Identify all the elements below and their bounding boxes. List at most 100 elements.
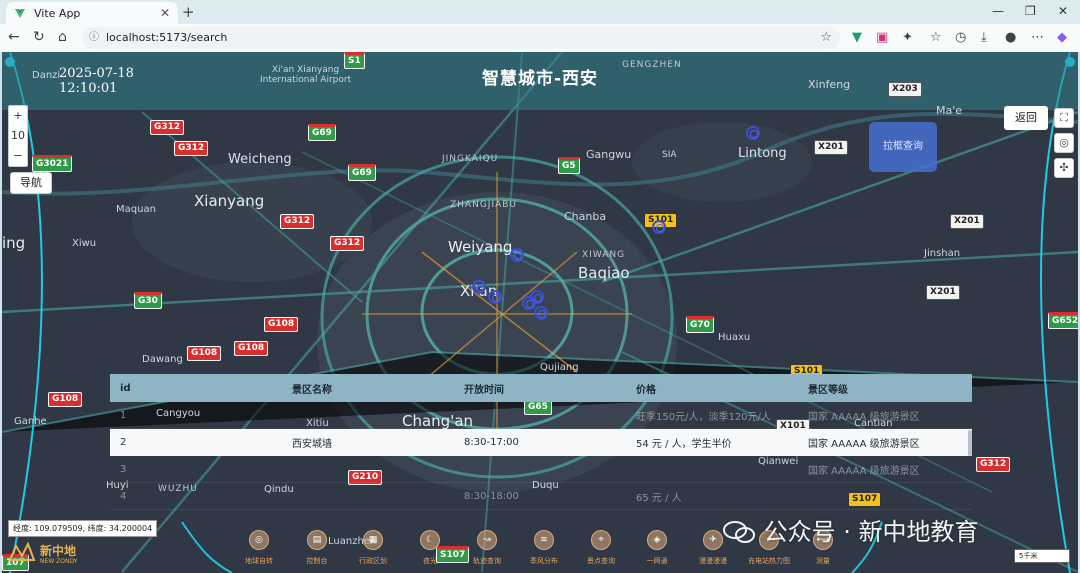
table-row[interactable]: 4 8:30-18:00 65 元 / 人: [110, 483, 972, 510]
zoom-out-button[interactable]: −: [9, 146, 27, 166]
locate-icon[interactable]: ◎: [1054, 133, 1074, 153]
map-label-sia: SIA: [662, 150, 677, 160]
url-input[interactable]: ⓘ localhost:5173/search ☆: [82, 27, 840, 49]
route-shield: G108: [187, 346, 222, 361]
route-shield: X201: [926, 285, 960, 300]
back-button[interactable]: 返回: [1004, 106, 1048, 130]
cell-id: 2: [120, 437, 127, 448]
map-label-airport: Xi'an Xianyang International Airport: [260, 65, 352, 85]
route-shield: G312: [280, 214, 315, 229]
map-label-gengzhen: GENGZHEN: [622, 60, 682, 70]
district-icon: ▦: [363, 530, 383, 550]
map-label-dawang: Dawang: [142, 354, 183, 365]
cell-level: 国家 AAAAA 级旅游景区: [808, 411, 920, 423]
reload-icon[interactable]: ↻: [33, 29, 45, 45]
tool-earth-rotate[interactable]: ◎ 地球自转: [231, 530, 287, 566]
minimize-icon[interactable]: —: [992, 4, 1004, 18]
map-label-ing: ing: [2, 234, 26, 252]
tool-one-network[interactable]: ◈ 一网通: [629, 530, 685, 566]
scenic-marker[interactable]: [488, 290, 502, 304]
tool-label: 一网通: [646, 557, 668, 565]
map-label-weiyang: Weiyang: [448, 238, 513, 256]
favorites-icon[interactable]: ☆: [930, 30, 942, 45]
new-tab-icon[interactable]: +: [182, 3, 195, 21]
navigation-button[interactable]: 导航: [10, 172, 52, 194]
map-label-xianyang: Xianyang: [194, 192, 265, 210]
scenic-marker[interactable]: [530, 290, 544, 304]
back-arrow-icon[interactable]: ←: [8, 29, 20, 45]
scenic-marker[interactable]: [472, 280, 486, 294]
vue-devtools-icon[interactable]: ▼: [852, 30, 862, 45]
history-icon[interactable]: ◷: [955, 30, 966, 45]
profile-avatar[interactable]: ●: [1005, 30, 1016, 45]
map-label-huaxu: Huaxu: [718, 332, 751, 343]
watermark-text: 公众号 · 新中地教育: [763, 518, 979, 546]
maximize-icon[interactable]: ❐: [1025, 4, 1036, 18]
night-light-icon: ☾: [420, 530, 440, 550]
route-shield: G108: [264, 317, 299, 332]
tool-label: 夜光: [423, 557, 437, 565]
tool-label: 漫漫漫漫: [699, 557, 727, 565]
console-icon: ▤: [307, 530, 327, 550]
map-viewport[interactable]: 智慧城市-西安 2025-07-18 12:10:01 Xi'an Xianya…: [2, 52, 1078, 573]
map-label-gangwu: Gangwu: [586, 148, 632, 161]
extension-icon[interactable]: ▣: [876, 30, 888, 45]
route-shield: G70: [686, 316, 714, 333]
browser-tab[interactable]: Vite App ✕: [6, 2, 178, 24]
tool-console[interactable]: ▤ 控制台: [289, 530, 345, 566]
scenic-marker[interactable]: [652, 220, 666, 234]
route-shield: G30: [134, 292, 162, 309]
close-window-icon[interactable]: ✕: [1058, 4, 1068, 18]
zoom-control: + 10 −: [8, 105, 28, 167]
table-row-selected[interactable]: 2 西安城墙 8:30-17:00 54 元 / 人，学生半价 国家 AAAAA…: [110, 429, 972, 456]
route-shield: G108: [234, 341, 269, 356]
map-label-xinfeng: Xinfeng: [808, 78, 851, 91]
home-icon[interactable]: ⌂: [58, 29, 67, 45]
column-header-price: 价格: [636, 384, 656, 396]
logo: 新中地 NEW ZONDY: [8, 540, 78, 568]
zoom-in-button[interactable]: +: [9, 106, 27, 126]
column-header-level: 景区等级: [808, 384, 848, 396]
scenic-marker[interactable]: [746, 126, 760, 140]
map-label-lintong: Lintong: [738, 146, 787, 161]
zoom-level: 10: [11, 129, 25, 142]
bookmark-star-icon[interactable]: ☆: [820, 27, 832, 49]
copilot-icon[interactable]: ◆: [1057, 30, 1067, 45]
scenic-marker[interactable]: [534, 306, 548, 320]
cell-hours: 8:30-18:00: [464, 490, 519, 502]
cell-level: 国家 AAAAA 级旅游景区: [808, 465, 920, 477]
tool-track-query[interactable]: ↝ 轨迹查询: [459, 530, 515, 566]
tool-scenic-query[interactable]: ⌖ 景点查询: [573, 530, 629, 566]
route-shield: G69: [348, 164, 376, 181]
map-label-jinshan: Jinshan: [924, 248, 961, 259]
table-row[interactable]: 3 国家 AAAAA 级旅游景区: [110, 456, 972, 483]
tool-night-light[interactable]: ☾ 夜光: [402, 530, 458, 566]
route-shield: G5: [558, 157, 580, 174]
compass-icon[interactable]: ✣: [1054, 158, 1074, 178]
route-shield: G652: [1048, 312, 1078, 329]
cell-id: 4: [120, 490, 127, 502]
extensions-puzzle-icon[interactable]: ✦: [902, 30, 913, 45]
box-query-button[interactable]: 拉框查询: [869, 122, 937, 172]
cell-name: 西安城墙: [292, 439, 332, 450]
tab-close-icon[interactable]: ✕: [160, 6, 170, 20]
table-row[interactable]: 1 旺季150元/人，淡季120元/人 国家 AAAAA 级旅游景区: [110, 402, 972, 429]
tool-districts[interactable]: ▦ 行政区划: [345, 530, 401, 566]
date-time: 2025-07-18 12:10:01: [59, 66, 134, 96]
network-icon: ◈: [647, 530, 667, 550]
route-shield: X201: [814, 140, 848, 155]
fullscreen-icon[interactable]: ⛶: [1054, 108, 1074, 128]
more-menu-icon[interactable]: ⋯: [1031, 30, 1044, 45]
site-info-icon[interactable]: ⓘ: [89, 27, 99, 49]
scale-bar: 5千米: [1014, 549, 1070, 563]
scenic-marker[interactable]: [510, 248, 524, 262]
table-scrollbar[interactable]: [968, 430, 972, 456]
tool-label: 轨迹查询: [473, 557, 501, 565]
tool-monsoon[interactable]: ≋ 季风分布: [516, 530, 572, 566]
download-icon[interactable]: ⤓: [981, 30, 987, 45]
route-shield: G312: [330, 236, 365, 251]
route-shield: X203: [888, 82, 922, 97]
tool-label: 测量: [816, 557, 830, 565]
column-header-hours: 开放时间: [464, 384, 504, 396]
roam-icon: ✈: [703, 530, 723, 550]
